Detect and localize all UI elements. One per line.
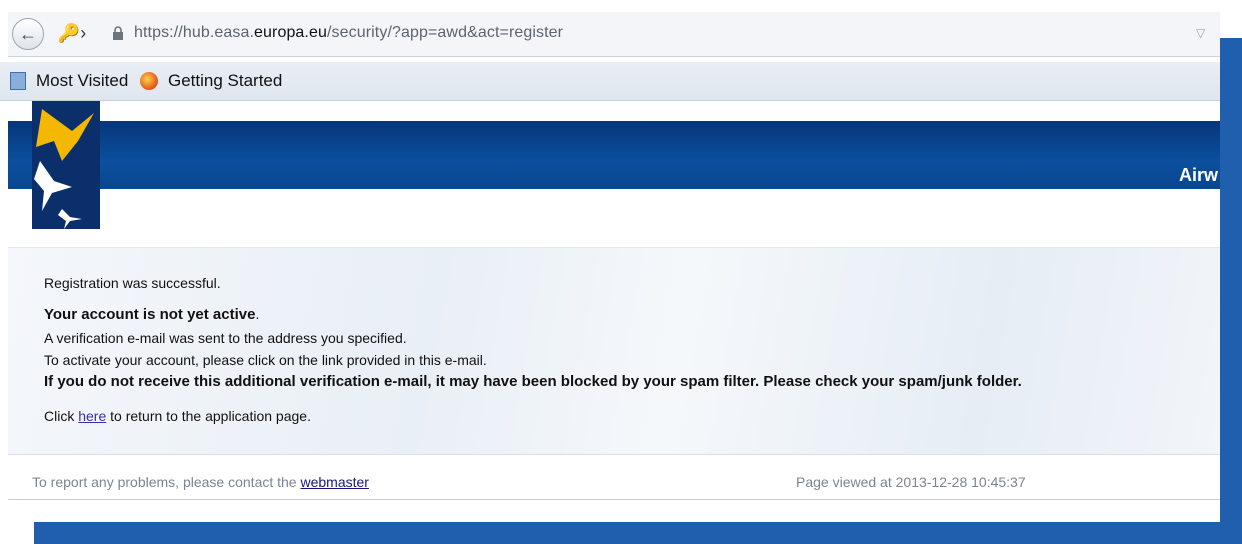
- banner-title: Airw: [1178, 165, 1218, 185]
- report-prefix: To report any problems, please contact t…: [32, 474, 301, 490]
- bookmark-getting-started[interactable]: Getting Started: [140, 71, 282, 91]
- site-banner: Airw: [8, 121, 1220, 189]
- page-footer: To report any problems, please contact t…: [8, 463, 1220, 500]
- lock-icon: [113, 26, 123, 40]
- site-identity-button[interactable]: 🔑›: [46, 20, 98, 46]
- status-message: Registration was successful.: [44, 275, 221, 291]
- top-margin: [0, 0, 1242, 10]
- back-button[interactable]: ←: [12, 18, 44, 50]
- easa-logo-icon: [32, 101, 100, 229]
- return-link[interactable]: here: [78, 408, 106, 424]
- verification-sent-text: A verification e-mail was sent to the ad…: [44, 330, 407, 346]
- bookmark-label: Getting Started: [168, 71, 283, 90]
- inactive-notice: Your account is not yet active.: [44, 306, 259, 323]
- report-problems-text: To report any problems, please contact t…: [32, 474, 369, 490]
- bookmark-label: Most Visited: [36, 71, 129, 90]
- activation-instructions: To activate your account, please click o…: [44, 352, 487, 368]
- key-icon: 🔑›: [57, 22, 87, 43]
- address-bar: ← 🔑› https://hub.easa.europa.eu/security…: [8, 12, 1220, 57]
- bookmark-most-visited[interactable]: Most Visited: [10, 71, 128, 91]
- return-prefix: Click: [44, 408, 79, 424]
- spam-warning: If you do not receive this additional ve…: [44, 373, 1022, 390]
- url-suffix: /security/?app=awd&act=register: [326, 24, 564, 41]
- web-page: Airw Registration was successful. Your a…: [8, 101, 1220, 522]
- dropdown-arrow-icon[interactable]: ▽: [1196, 26, 1205, 40]
- url-domain: europa.eu: [254, 24, 327, 41]
- back-arrow-icon: ←: [19, 23, 37, 44]
- inactive-notice-bold: Your account is not yet active: [44, 306, 256, 323]
- page-viewed-timestamp: Page viewed at 2013-12-28 10:45:37: [796, 474, 1026, 490]
- frame-bottom-border: [34, 522, 1242, 544]
- url-field[interactable]: https://hub.easa.europa.eu/security/?app…: [134, 24, 563, 42]
- bookmark-page-icon: [10, 72, 26, 90]
- frame-right-border: [1220, 38, 1242, 544]
- webmaster-link[interactable]: webmaster: [300, 474, 368, 490]
- firefox-icon: [140, 72, 158, 90]
- bookmarks-toolbar: Most Visited Getting Started: [0, 62, 1220, 101]
- return-suffix: to return to the application page.: [106, 408, 311, 424]
- return-text: Click here to return to the application …: [44, 408, 311, 424]
- inactive-notice-period: .: [255, 306, 260, 322]
- url-prefix: https://hub.easa.: [134, 24, 255, 41]
